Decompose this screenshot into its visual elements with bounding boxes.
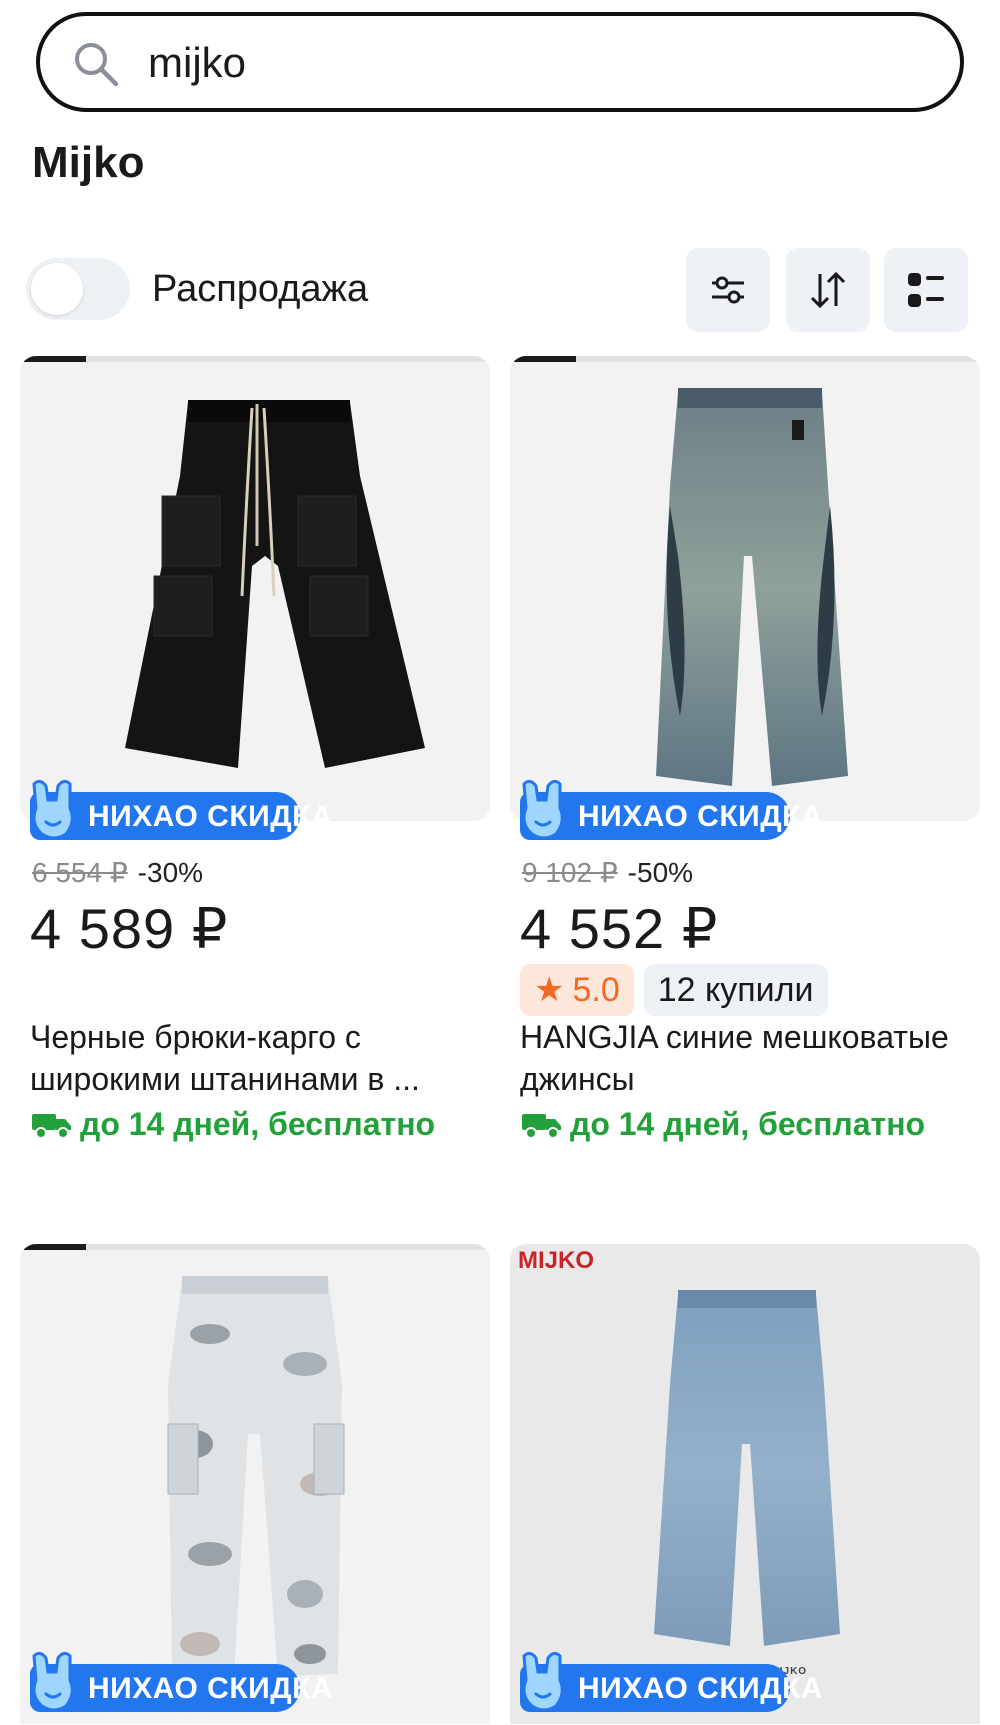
old-price: 6 554 ₽ [32,857,128,888]
badges-row: ★ 5.0 12 купили [520,964,828,1016]
black-cargo-pants-image [125,400,425,768]
star-icon: ★ [534,971,565,1009]
product-card[interactable]: НИХАО СКИДКА [20,1244,490,1724]
promo-badge: НИХАО СКИДКА [520,779,823,840]
page-title: Mijko [32,138,145,187]
delivery-info: до 14 дней, бесплатно [30,1106,435,1143]
search-icon [75,43,119,87]
bunny-mascot-icon [522,1651,564,1712]
view-toggle-button[interactable] [884,248,968,332]
product-image[interactable] [20,1244,490,1724]
product-image[interactable] [510,356,980,821]
delivery-info: до 14 дней, бесплатно [520,1106,925,1143]
promo-label: НИХАО СКИДКА [578,800,824,833]
price: 4 589 ₽ [30,897,229,960]
rating-badge: ★ 5.0 [520,964,634,1016]
rating-value: 5.0 [572,970,620,1009]
product-card[interactable]: НИХАО СКИДКА 6 554 ₽ -30% 4 589 ₽ Черные … [20,356,490,1142]
list-view-icon [908,273,944,307]
search-bar[interactable] [36,12,964,112]
sliders-icon [712,276,744,304]
delivery-text: до 14 дней, бесплатно [570,1106,926,1142]
sale-toggle[interactable] [26,258,130,320]
old-price: 9 102 ₽ [522,857,618,888]
camo-cargo-pants-image [167,1276,345,1676]
product-card[interactable]: MIJKO DESIGNED BY MIJKO НИХАО СКИДКА [510,1244,980,1724]
filter-button[interactable] [686,248,770,332]
promo-badge: НИХАО СКИДКА [30,779,333,840]
old-price-line: 9 102 ₽ -50% [522,856,693,889]
search-input[interactable] [148,34,928,92]
promo-label: НИХАО СКИДКА [88,1672,334,1705]
bunny-mascot-icon [32,1651,74,1712]
bunny-mascot-icon [32,779,74,840]
product-title[interactable]: Черные брюки-карго с широкими штанинами … [30,1016,480,1100]
sale-label: Распродажа [152,268,369,310]
light-blue-baggy-jeans-image: MIJKO DESIGNED BY MIJKO [518,1247,840,1677]
price: 4 552 ₽ [520,897,719,960]
toggle-knob [31,263,83,315]
bought-count-badge: 12 купили [643,964,828,1016]
product-image[interactable]: MIJKO DESIGNED BY MIJKO [510,1244,980,1724]
delivery-text: до 14 дней, бесплатно [80,1106,436,1142]
product-image[interactable] [20,356,490,821]
promo-label: НИХАО СКИДКА [88,800,334,833]
product-card[interactable]: НИХАО СКИДКА 9 102 ₽ -50% 4 552 ₽ ★ 5.0 1… [510,356,980,1142]
promo-badge: НИХАО СКИДКА [30,1651,333,1712]
promo-badge: НИХАО СКИДКА [520,1651,823,1712]
sort-arrows-icon [810,271,846,309]
sort-button[interactable] [786,248,870,332]
brand-mark: MIJKO [518,1247,594,1274]
old-price-line: 6 554 ₽ -30% [32,856,203,889]
vintage-wide-jeans-image [656,388,848,786]
delivery-truck-icon [32,1113,71,1139]
promo-label: НИХАО СКИДКА [578,1672,824,1705]
discount: -50% [627,857,694,888]
delivery-truck-icon [522,1113,561,1139]
product-title[interactable]: HANGJIA синие мешковатые джинсы [520,1016,970,1100]
discount: -30% [137,857,204,888]
bunny-mascot-icon [522,779,564,840]
